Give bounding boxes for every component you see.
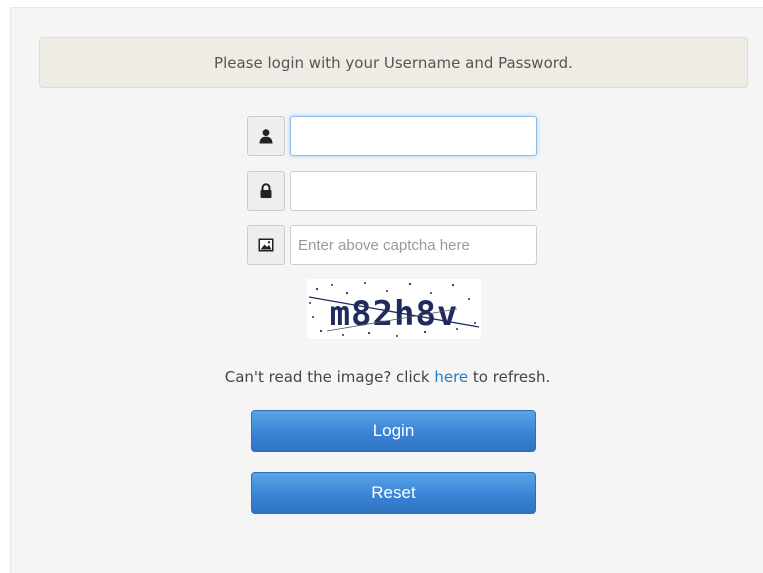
captcha-image: m82h8v (307, 279, 481, 339)
username-addon (247, 116, 285, 156)
login-notice-text: Please login with your Username and Pass… (214, 53, 573, 72)
password-input[interactable] (290, 171, 537, 211)
password-addon (247, 171, 285, 211)
user-icon (259, 129, 273, 144)
reset-button[interactable]: Reset (251, 472, 536, 514)
login-button[interactable]: Login (251, 410, 536, 452)
login-panel: Please login with your Username and Pass… (10, 7, 763, 573)
refresh-suffix: to refresh. (468, 368, 551, 386)
image-icon (258, 238, 274, 252)
login-notice: Please login with your Username and Pass… (39, 37, 748, 88)
captcha-refresh-hint: Can't read the image? click here to refr… (11, 368, 763, 386)
refresh-prefix: Can't read the image? click (224, 368, 435, 386)
username-input[interactable] (290, 116, 537, 156)
refresh-link[interactable]: here (434, 368, 468, 386)
captcha-addon (247, 225, 285, 265)
captcha-input[interactable] (290, 225, 537, 265)
lock-icon (260, 183, 272, 198)
captcha-text: m82h8v (330, 294, 459, 334)
